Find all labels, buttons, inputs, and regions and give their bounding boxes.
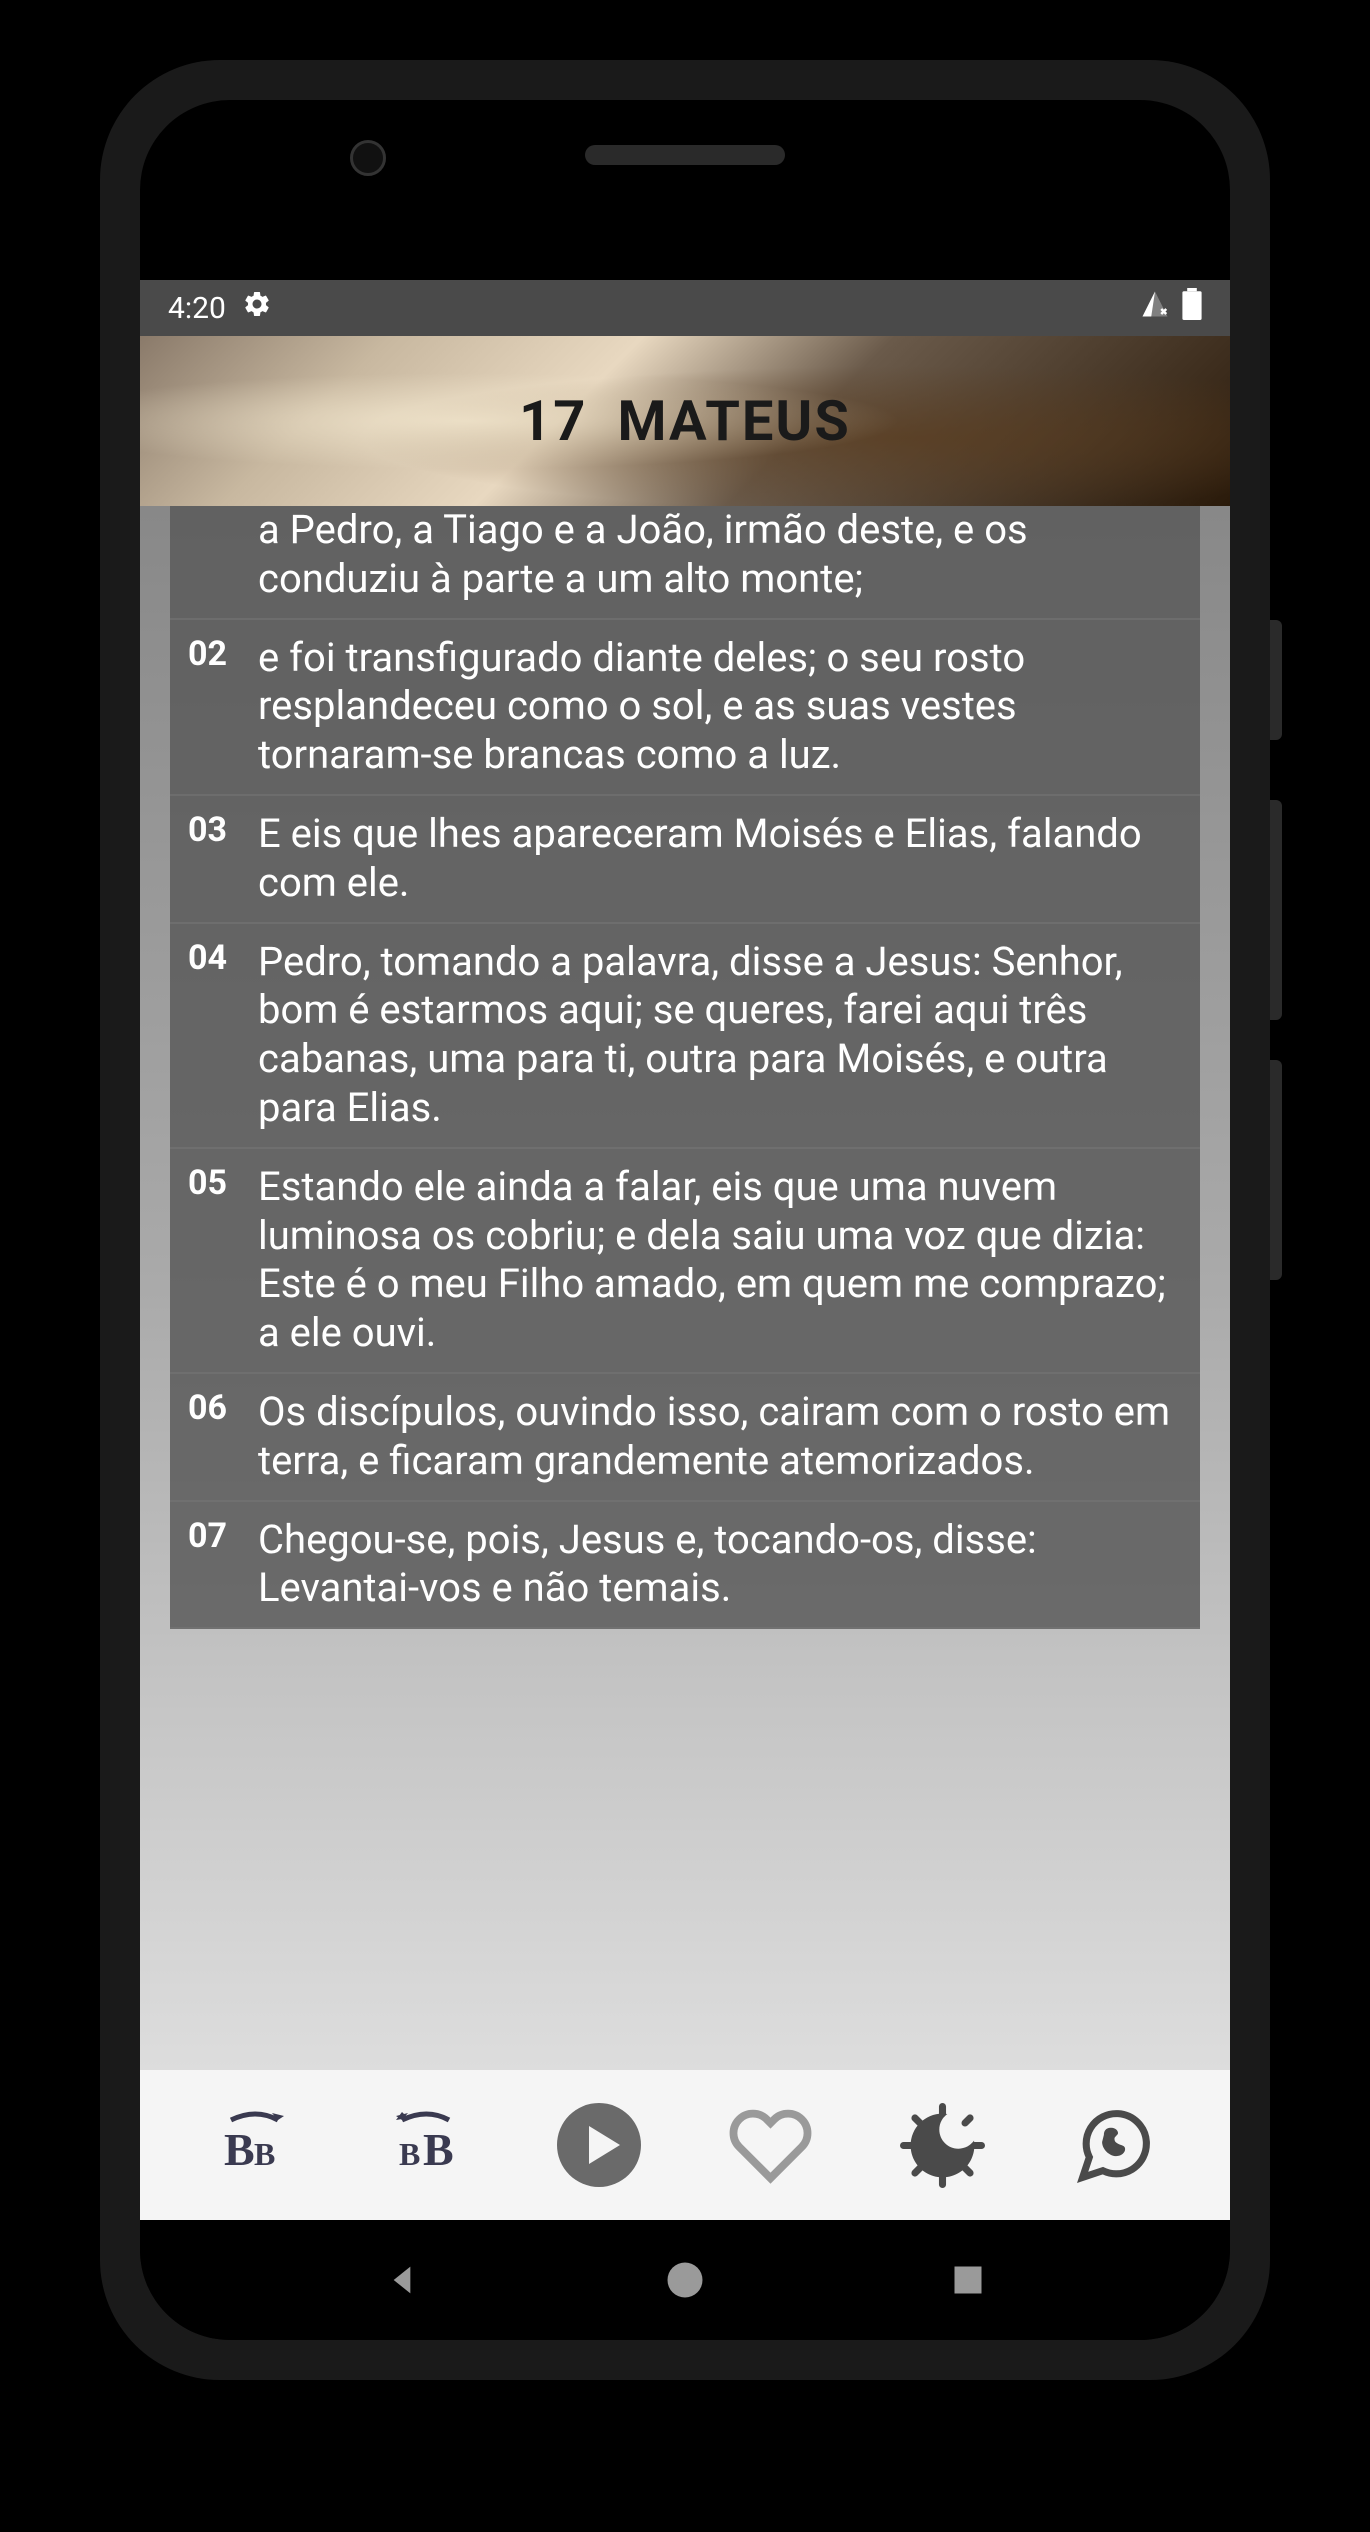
recent-apps-button[interactable] [938,2250,998,2310]
battery-icon [1182,288,1202,328]
verse-number: 04 [188,938,238,1133]
verse-text: Pedro, tomando a palavra, disse a Jesus:… [258,938,1182,1133]
verse-number: 07 [188,1516,238,1614]
verse-row[interactable]: 05 Estando ele ainda a falar, eis que um… [170,1149,1200,1374]
verse-number: 03 [188,810,238,908]
verse-row[interactable]: a Pedro, a Tiago e a João, irmão deste, … [170,506,1200,620]
verse-list: a Pedro, a Tiago e a João, irmão deste, … [170,506,1200,1629]
volume-up-button [1270,800,1282,1020]
phone-frame: 4:20 17 MATEUS [100,60,1270,2380]
verse-text: Estando ele ainda a falar, eis que uma n… [258,1163,1182,1358]
favorite-button[interactable] [721,2095,821,2195]
verse-number [188,506,238,604]
android-nav-bar [140,2220,1230,2340]
verse-number: 06 [188,1388,238,1486]
verse-row[interactable]: 02 e foi transfigurado diante deles; o s… [170,620,1200,796]
verse-text: E eis que lhes apareceram Moisés e Elias… [258,810,1182,908]
verse-row[interactable]: 04 Pedro, tomando a palavra, disse a Jes… [170,924,1200,1149]
svg-text:B: B [423,2124,454,2175]
front-camera [350,140,386,176]
share-whatsapp-button[interactable] [1064,2095,1164,2195]
verse-row[interactable]: 06 Os discípulos, ouvindo isso, cairam c… [170,1374,1200,1502]
verse-text: a Pedro, a Tiago e a João, irmão deste, … [258,506,1182,604]
signal-icon [1140,289,1170,327]
svg-text:B: B [224,2124,255,2175]
verse-row[interactable]: 07 Chegou-se, pois, Jesus e, tocando-os,… [170,1502,1200,1630]
font-decrease-button[interactable]: B B [206,2095,306,2195]
gear-icon [242,289,272,327]
verse-text: Os discípulos, ouvindo isso, cairam com … [258,1388,1182,1486]
book-name: MATEUS [617,388,850,454]
back-button[interactable] [372,2250,432,2310]
phone-screen: 4:20 17 MATEUS [140,100,1230,2340]
status-time: 4:20 [168,291,226,326]
speaker-grill [585,145,785,165]
dark-mode-button[interactable] [892,2095,992,2195]
verse-text: e foi transfigurado diante deles; o seu … [258,634,1182,780]
app-toolbar: B B B B [140,2070,1230,2220]
play-button[interactable] [549,2095,649,2195]
svg-text:B: B [254,2136,275,2172]
verse-text: Chegou-se, pois, Jesus e, tocando-os, di… [258,1516,1182,1614]
volume-down-button [1270,1060,1282,1280]
svg-text:B: B [399,2136,420,2172]
verse-number: 02 [188,634,238,780]
font-increase-button[interactable]: B B [377,2095,477,2195]
status-bar: 4:20 [140,280,1230,336]
chapter-header: 17 MATEUS [140,336,1230,506]
verse-number: 05 [188,1163,238,1358]
verse-content[interactable]: a Pedro, a Tiago e a João, irmão deste, … [140,506,1230,2070]
chapter-number: 17 [519,388,587,454]
speaker-pill [605,210,765,260]
home-button[interactable] [655,2250,715,2310]
verse-row[interactable]: 03 E eis que lhes apareceram Moisés e El… [170,796,1200,924]
power-button [1270,620,1282,740]
